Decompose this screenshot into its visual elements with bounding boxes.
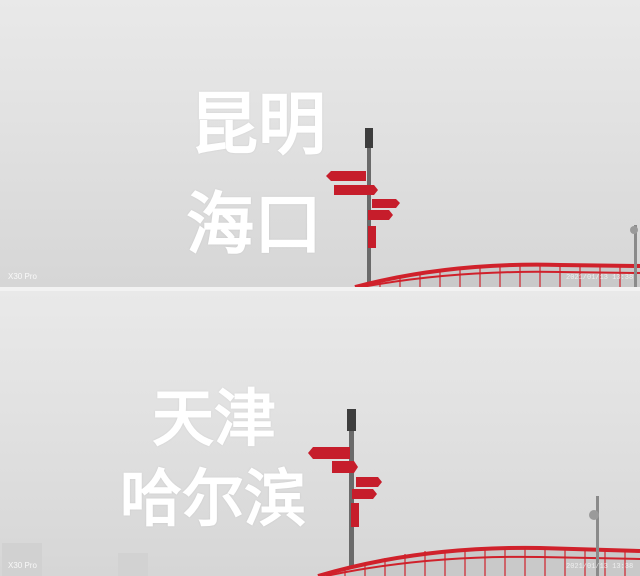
city-label-harbin: 哈尔滨 <box>120 462 307 535</box>
direction-sign <box>352 489 377 499</box>
signpost-cap <box>365 128 373 148</box>
photo-timestamp: 2021/01/13 13:38 <box>566 563 634 571</box>
foggy-bridge-scene-bottom <box>2 409 640 576</box>
camera-watermark: X30 Pro <box>8 272 37 281</box>
camera-watermark: X30 Pro <box>8 561 37 570</box>
distant-building <box>2 543 42 576</box>
direction-sign <box>368 210 393 220</box>
photo-panel-bottom: 天津 哈尔滨 X30 Pro 2021/01/13 13:38 <box>0 291 640 576</box>
direction-sign <box>351 503 359 527</box>
photo-panel-top: 昆明 海口 X30 Pro 2021/01/13 13:38 <box>0 0 640 287</box>
city-label-tianjin: 天津 <box>152 382 277 455</box>
lamp-post <box>634 225 637 287</box>
direction-sign <box>372 199 400 208</box>
signpost-pole <box>367 130 371 287</box>
photo-timestamp: 2021/01/13 13:38 <box>566 274 634 282</box>
lamp-head <box>589 510 599 520</box>
city-label-haikou: 海口 <box>186 186 323 265</box>
distant-building <box>118 553 148 576</box>
direction-sign <box>332 461 358 473</box>
direction-sign <box>326 171 366 181</box>
signpost-cap <box>347 409 356 431</box>
direction-sign <box>356 477 382 487</box>
direction-sign <box>368 226 376 248</box>
direction-sign <box>308 447 350 459</box>
city-label-kunming: 昆明 <box>190 86 327 165</box>
direction-sign <box>334 185 378 195</box>
lamp-head <box>630 226 638 234</box>
